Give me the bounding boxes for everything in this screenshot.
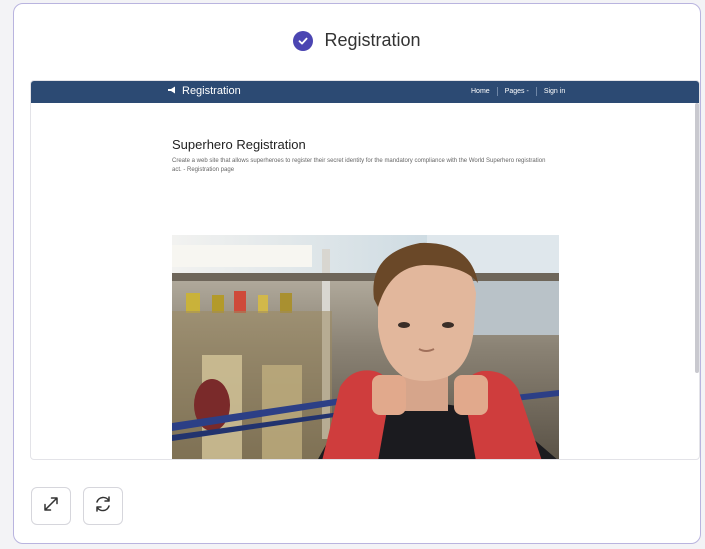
refresh-icon	[93, 494, 113, 519]
site-navbar: Registration Home Pages - Sign in	[31, 81, 699, 103]
site-heading: Superhero Registration	[172, 137, 306, 152]
nav-divider	[535, 87, 537, 96]
card-header: Registration	[14, 30, 700, 51]
preview-scrollbar[interactable]	[695, 103, 699, 373]
nav-link-pages[interactable]: Pages -	[505, 88, 529, 95]
nav-divider	[496, 87, 498, 96]
check-circle-icon	[293, 30, 314, 51]
site-brand-label: Registration	[182, 85, 241, 97]
site-preview[interactable]: Registration Home Pages - Sign in Superh…	[30, 80, 700, 460]
page-title: Registration	[324, 30, 421, 50]
site-nav-links: Home Pages - Sign in	[471, 87, 565, 96]
site-brand[interactable]: Registration	[167, 85, 241, 97]
site-description: Create a web site that allows superheroe…	[172, 158, 546, 173]
refresh-button[interactable]	[83, 487, 123, 525]
nav-link-sign-in[interactable]: Sign in	[544, 88, 565, 95]
expand-button[interactable]	[31, 487, 71, 525]
nav-link-home[interactable]: Home	[471, 88, 490, 95]
bullhorn-icon	[167, 85, 176, 97]
preview-card: Registration Registration Home Pages - S…	[13, 3, 701, 544]
expand-arrows-icon	[42, 495, 60, 518]
boxer-portrait-photo	[172, 235, 559, 459]
